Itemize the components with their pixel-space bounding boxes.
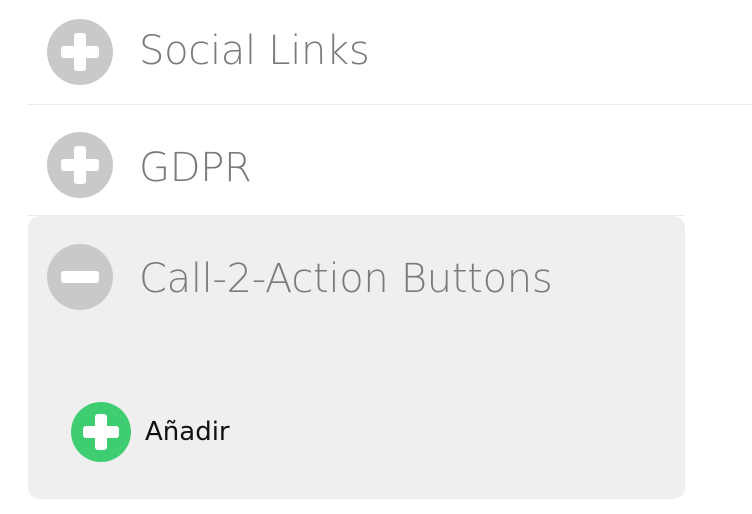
plus-circle-icon[interactable]	[47, 132, 113, 198]
section-gdpr[interactable]: GDPR	[28, 105, 685, 216]
section-label: Call-2-Action Buttons	[139, 256, 553, 302]
section-call-2-action-buttons-panel: Call-2-Action Buttons Añadir	[28, 216, 685, 499]
plus-circle-icon[interactable]	[47, 19, 113, 85]
add-button[interactable]: Añadir	[71, 402, 230, 462]
plus-circle-icon	[71, 402, 131, 462]
section-social-links[interactable]: Social Links	[28, 0, 752, 105]
section-call-2-action-buttons-header[interactable]: Call-2-Action Buttons	[28, 216, 685, 316]
minus-circle-icon[interactable]	[47, 244, 113, 310]
add-button-label: Añadir	[145, 417, 230, 447]
section-label: GDPR	[139, 145, 252, 191]
section-label: Social Links	[139, 28, 370, 74]
